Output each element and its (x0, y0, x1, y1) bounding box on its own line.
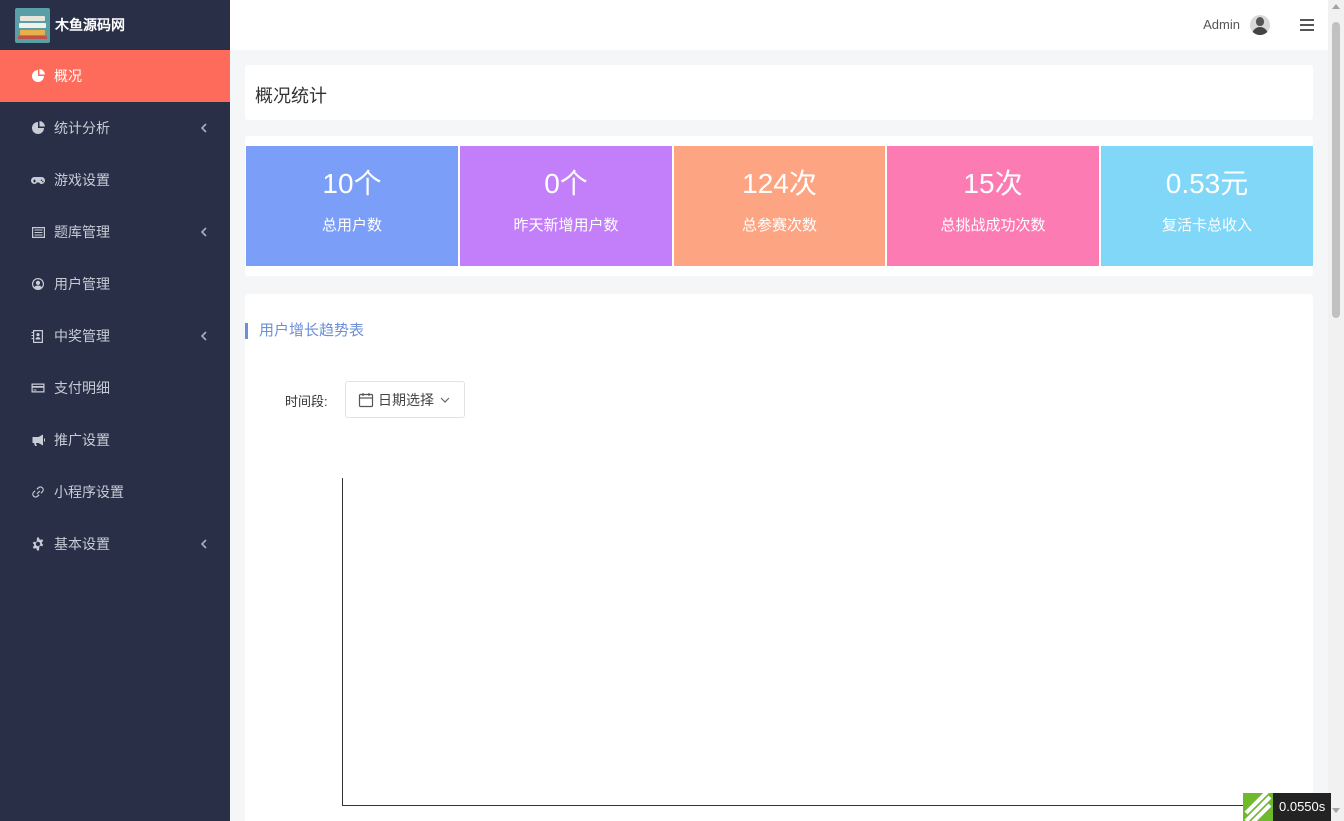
sidebar-item-label: 概况 (54, 68, 82, 84)
sidebar-item-label: 统计分析 (54, 120, 110, 136)
sidebar-item-3[interactable]: 题库管理 (0, 206, 230, 258)
chevron-down-icon (440, 397, 450, 403)
chevron-left-icon (200, 537, 212, 551)
stat-value: 0.53元 (1165, 168, 1249, 199)
stat-value: 15次 (963, 168, 1023, 199)
stat-label: 复活卡总收入 (1161, 217, 1252, 234)
sidebar-item-label: 题库管理 (54, 224, 110, 240)
credit-card-icon (30, 380, 46, 396)
date-picker-text: 日期选择 (378, 391, 434, 408)
user-name[interactable]: Admin (1203, 17, 1240, 32)
brand[interactable]: 木鱼源码网 (0, 0, 230, 50)
hamburger-menu-icon[interactable] (1300, 19, 1314, 31)
stat-card-total-users: 10个 总用户数 (246, 146, 458, 266)
sidebar-item-5[interactable]: 中奖管理 (0, 310, 230, 362)
sidebar-item-1[interactable]: 统计分析 (0, 102, 230, 154)
sidebar-item-label: 支付明细 (54, 380, 110, 396)
sidebar-item-label: 小程序设置 (54, 484, 124, 500)
sidebar-item-label: 用户管理 (54, 276, 110, 292)
stat-value: 10个 (322, 168, 382, 199)
page-title-panel: 概况统计 (245, 65, 1313, 120)
sidebar-item-label: 基本设置 (54, 536, 110, 552)
link-icon (30, 484, 46, 500)
period-label: 时间段: (285, 394, 328, 409)
stat-card-total-entries: 124次 总参赛次数 (674, 146, 885, 266)
calendar-icon (358, 392, 374, 407)
user-growth-chart (342, 478, 1313, 806)
pie-chart-icon (30, 68, 46, 84)
sidebar-item-label: 推广设置 (54, 432, 110, 448)
sidebar-item-2[interactable]: 游戏设置 (0, 154, 230, 206)
sidebar-item-6[interactable]: 支付明细 (0, 362, 230, 414)
chart-title: 用户增长趋势表 (245, 323, 364, 339)
stat-card-revive-income: 0.53元 复活卡总收入 (1101, 146, 1313, 266)
sidebar-item-label: 游戏设置 (54, 172, 110, 188)
bullhorn-icon (30, 432, 46, 448)
contact-card-icon (30, 328, 46, 344)
stat-value: 124次 (742, 168, 817, 199)
stat-card-new-users: 0个 昨天新增用户数 (460, 146, 672, 266)
sidebar-item-0[interactable]: 概况 (0, 50, 230, 102)
scroll-up-arrow-icon[interactable] (1332, 4, 1340, 9)
scroll-down-arrow-icon[interactable] (1332, 808, 1340, 813)
sidebar-item-7[interactable]: 推广设置 (0, 414, 230, 466)
sidebar: 木鱼源码网 概况统计分析游戏设置题库管理用户管理中奖管理支付明细推广设置小程序设… (0, 0, 230, 821)
list-icon (30, 224, 46, 240)
stat-label: 昨天新增用户数 (513, 217, 619, 234)
timer-text: 0.0550s (1273, 793, 1332, 821)
date-picker[interactable]: 日期选择 (345, 381, 465, 418)
sidebar-item-4[interactable]: 用户管理 (0, 258, 230, 310)
sidebar-item-9[interactable]: 基本设置 (0, 518, 230, 570)
stat-label: 总挑战成功次数 (940, 217, 1046, 234)
pie-chart-icon (30, 120, 46, 136)
user-growth-chart-panel: 用户增长趋势表 时间段: 日期选择 (245, 294, 1313, 821)
gamepad-icon (30, 172, 46, 188)
page-scrollbar[interactable] (1328, 0, 1344, 821)
user-circle-icon (30, 276, 46, 292)
sidebar-item-label: 中奖管理 (54, 328, 110, 344)
scrollbar-thumb[interactable] (1332, 22, 1340, 318)
sidebar-item-8[interactable]: 小程序设置 (0, 466, 230, 518)
gear-icon (30, 536, 46, 552)
stat-label: 总参赛次数 (741, 217, 817, 234)
chevron-left-icon (200, 329, 212, 343)
top-header: Admin (230, 0, 1328, 50)
chevron-left-icon (200, 121, 212, 135)
brand-logo-icon (15, 7, 50, 43)
page-title: 概况统计 (255, 86, 327, 106)
stats-panel: 10个 总用户数 0个 昨天新增用户数 124次 总参赛次数 15次 总挑战成功… (245, 136, 1313, 276)
stat-label: 总用户数 (321, 217, 382, 234)
stat-value: 0个 (544, 168, 588, 199)
debug-logo-icon (1243, 793, 1273, 821)
brand-name: 木鱼源码网 (55, 17, 125, 33)
avatar[interactable] (1250, 15, 1270, 35)
debug-timer-badge[interactable]: 0.0550s (1243, 793, 1332, 821)
sidebar-menu: 概况统计分析游戏设置题库管理用户管理中奖管理支付明细推广设置小程序设置基本设置 (0, 50, 230, 570)
chevron-left-icon (200, 225, 212, 239)
stat-card-challenge-success: 15次 总挑战成功次数 (887, 146, 1099, 266)
